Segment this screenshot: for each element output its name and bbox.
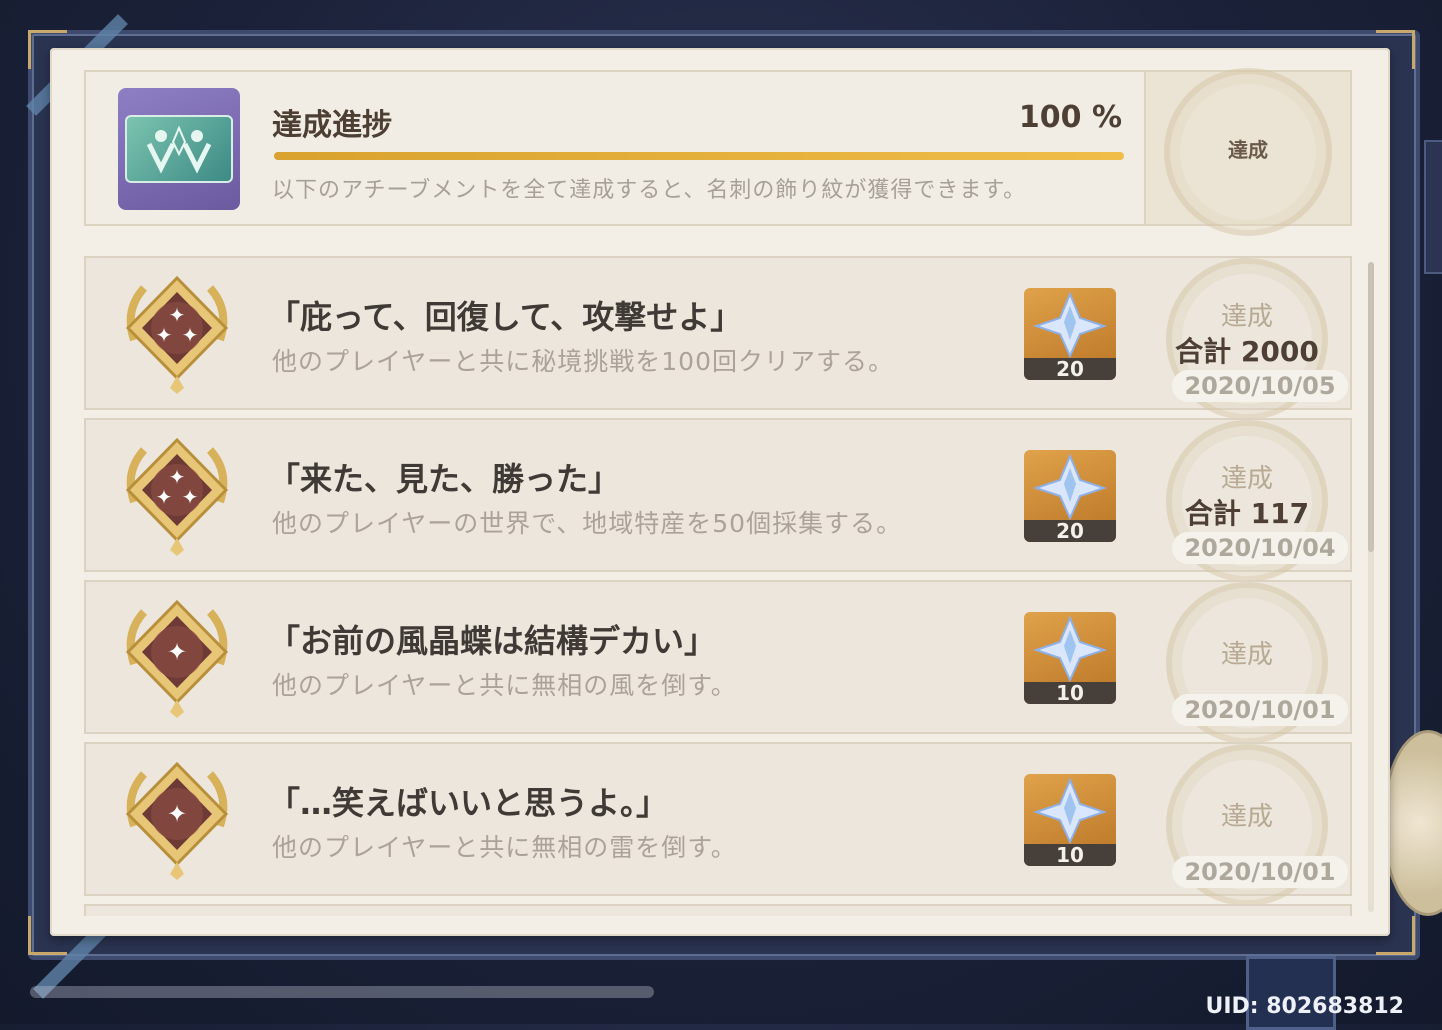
stamp-label: 達成 (1220, 802, 1273, 832)
svg-text:✦: ✦ (156, 323, 173, 347)
stamp-label: 達成 (1220, 302, 1273, 332)
summary-description: 以下のアチーブメントを全て達成すると、名刺の飾り紋が獲得できます。 (272, 178, 1027, 203)
achievement-row[interactable] (84, 904, 1352, 916)
primogem-icon (1032, 777, 1108, 845)
achievement-medal-icon: ✦ ✦ ✦ (125, 275, 229, 394)
completion-date: 2020/10/01 (1172, 694, 1348, 726)
primogem-icon (1032, 615, 1108, 683)
reward-item[interactable]: 10 (1024, 774, 1116, 866)
completed-stamp: 達成 2020/10/01 (1144, 744, 1350, 906)
svg-text:✦: ✦ (156, 485, 173, 509)
summary-progress-bar (274, 152, 1124, 160)
achievement-description: 他のプレイヤーと共に無相の雷を倒す。 (272, 833, 737, 862)
namecard-emblem-icon (118, 88, 240, 210)
summary-stamp-label: 達成 (1228, 138, 1268, 162)
stamp-label: 達成 (1220, 464, 1273, 494)
reward-count: 10 (1024, 844, 1116, 866)
achievement-description: 他のプレイヤーの世界で、地域特産を50個採集する。 (272, 509, 903, 538)
stamp-total: 合計 117 (1184, 497, 1310, 530)
list-scrollbar-thumb[interactable] (1368, 262, 1374, 552)
achievement-description: 他のプレイヤーと共に秘境挑戦を100回クリアする。 (272, 347, 894, 376)
player-uid: UID: 802683812 (1205, 994, 1404, 1019)
primogem-icon (1032, 453, 1108, 521)
achievement-medal-icon: ✦ ✦ ✦ (125, 437, 229, 556)
horizontal-scrollbar[interactable] (30, 986, 654, 998)
achievement-list[interactable]: ✦ ✦ ✦ 「庇って、回復して、攻撃せよ」 他のプレイヤーと共に秘境挑戦を100… (84, 256, 1354, 916)
achievement-row[interactable]: ✦ ✦ ✦ 「庇って、回復して、攻撃せよ」 他のプレイヤーと共に秘境挑戦を100… (84, 256, 1352, 420)
summary-progress-fill (274, 152, 1124, 160)
summary-completed-stamp: 達成 (1144, 68, 1350, 236)
achievement-title: 「来た、見た、勝った」 (268, 460, 621, 498)
achievement-medal-icon: ✦ (125, 761, 229, 880)
achievement-title: 「お前の風晶蝶は結構デカい」 (268, 622, 717, 660)
reward-count: 10 (1024, 682, 1116, 704)
achievement-title: 「…笑えばいいと思うよ。」 (268, 784, 669, 822)
svg-text:✦: ✦ (182, 485, 199, 509)
reward-count: 20 (1024, 520, 1116, 542)
primogem-icon (1032, 291, 1108, 359)
list-scrollbar[interactable] (1368, 262, 1374, 912)
completed-stamp: 達成 合計 2000 2020/10/05 (1144, 258, 1350, 420)
completion-date: 2020/10/01 (1172, 856, 1348, 888)
completed-stamp: 達成 合計 117 2020/10/04 (1144, 420, 1350, 582)
summary-percent: 100 % (1018, 100, 1122, 135)
achievement-row[interactable]: ✦ 「お前の風晶蝶は結構デカい」 他のプレイヤーと共に無相の風を倒す。 10 達… (84, 580, 1352, 744)
completion-date: 2020/10/05 (1172, 370, 1348, 402)
svg-text:✦: ✦ (167, 638, 187, 666)
achievement-medal-icon: ✦ (125, 599, 229, 718)
stamp-total: 合計 2000 (1175, 335, 1319, 368)
summary-title: 達成進捗 (272, 108, 392, 143)
side-tab[interactable] (1424, 140, 1442, 274)
achievement-row[interactable]: ✦ ✦ ✦ 「来た、見た、勝った」 他のプレイヤーの世界で、地域特産を50個採集… (84, 418, 1352, 582)
reward-count: 20 (1024, 358, 1116, 380)
svg-text:✦: ✦ (167, 800, 187, 828)
completion-date: 2020/10/04 (1172, 532, 1348, 564)
achievement-title: 「庇って、回復して、攻撃せよ」 (268, 298, 743, 336)
reward-item[interactable]: 20 (1024, 288, 1116, 380)
achievement-description: 他のプレイヤーと共に無相の風を倒す。 (272, 671, 737, 700)
achievement-summary: 達成進捗 100 % 以下のアチーブメントを全て達成すると、名刺の飾り紋が獲得で… (84, 68, 1352, 236)
reward-item[interactable]: 20 (1024, 450, 1116, 542)
reward-item[interactable]: 10 (1024, 612, 1116, 704)
svg-text:✦: ✦ (182, 323, 199, 347)
stamp-label: 達成 (1220, 640, 1273, 670)
achievement-row[interactable]: ✦ 「…笑えばいいと思うよ。」 他のプレイヤーと共に無相の雷を倒す。 10 達成… (84, 742, 1352, 906)
completed-stamp: 達成 2020/10/01 (1144, 582, 1350, 744)
